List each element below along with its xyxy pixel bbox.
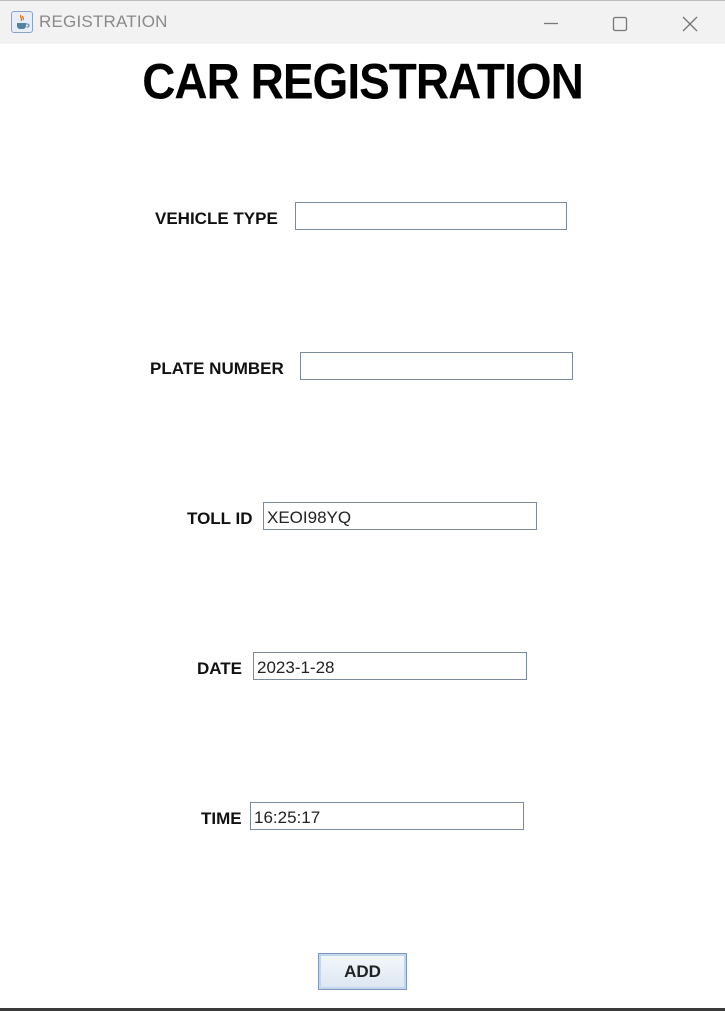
date-input[interactable] xyxy=(253,652,527,680)
vehicle-type-label: VEHICLE TYPE xyxy=(155,209,278,228)
minimize-button[interactable] xyxy=(517,1,587,45)
java-cup-icon xyxy=(11,11,33,33)
close-button[interactable] xyxy=(656,1,725,45)
time-label: TIME xyxy=(201,809,242,828)
vehicle-type-input[interactable] xyxy=(295,202,567,230)
date-label: DATE xyxy=(197,659,243,678)
window-title: REGISTRATION xyxy=(39,12,168,31)
registration-window: REGISTRATION CAR REGISTRATION VEHICLE TY… xyxy=(0,0,725,1011)
add-button[interactable]: ADD xyxy=(318,953,407,990)
plate-number-label: PLATE NUMBER xyxy=(150,359,284,378)
maximize-button[interactable] xyxy=(586,1,656,45)
minimize-icon xyxy=(544,22,558,25)
time-input[interactable] xyxy=(250,802,524,830)
plate-number-input[interactable] xyxy=(300,352,573,380)
toll-id-label: TOLL ID xyxy=(187,509,253,528)
close-icon xyxy=(682,16,698,32)
maximize-icon xyxy=(612,16,628,32)
toll-id-input[interactable] xyxy=(263,502,537,530)
title-bar[interactable]: REGISTRATION xyxy=(0,0,725,44)
page-title: CAR REGISTRATION xyxy=(142,52,584,110)
